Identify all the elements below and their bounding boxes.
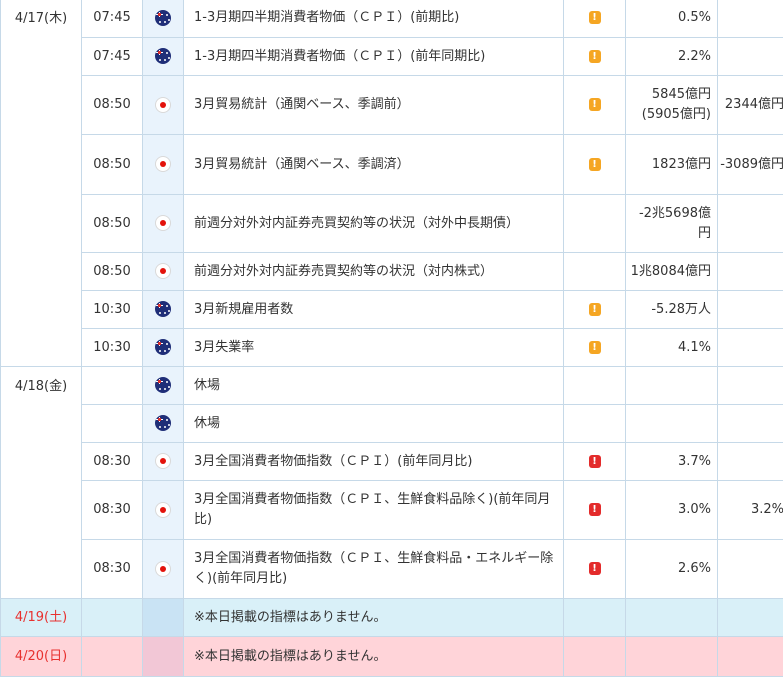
date-cell: 4/19(土)	[1, 599, 82, 637]
indicator-name[interactable]: 1-3月期四半期消費者物価（ＣＰＩ）(前年同期比)	[184, 38, 564, 76]
indicator-name[interactable]: 3月貿易統計（通関ベース、季調前）	[184, 76, 564, 135]
japan-flag-icon	[155, 215, 171, 231]
previous-value: 1823億円	[626, 135, 718, 195]
alert-icon: !	[589, 503, 601, 516]
previous-value: 3.0%	[626, 481, 718, 540]
indicator-name[interactable]: 3月新規雇用者数	[184, 291, 564, 329]
table-row: 4/20(日) ※本日掲載の指標はありません。	[1, 637, 783, 677]
time-cell: 08:30	[82, 540, 143, 599]
japan-flag-icon	[155, 502, 171, 518]
previous-value: 2.6%	[626, 540, 718, 599]
warning-icon: !	[589, 158, 601, 171]
forecast-value: -3089億円	[718, 135, 783, 195]
indicator-name[interactable]: 休場	[184, 367, 564, 405]
warning-icon: !	[589, 50, 601, 63]
no-data-note: ※本日掲載の指標はありません。	[184, 637, 564, 677]
economic-calendar-table: 4/17(木) 07:45 1-3月期四半期消費者物価（ＣＰＩ）(前期比) ! …	[0, 0, 783, 677]
alert-icon: !	[589, 455, 601, 468]
table-row: 4/19(土) ※本日掲載の指標はありません。	[1, 599, 783, 637]
time-cell: 08:30	[82, 481, 143, 540]
table-row: 08:50 前週分対外対内証券売買契約等の状況（対内株式） 1兆8084億円	[1, 253, 783, 291]
australia-flag-icon	[155, 10, 171, 26]
table-row: 08:50 前週分対外対内証券売買契約等の状況（対外中長期債） -2兆5698億…	[1, 195, 783, 253]
time-cell: 10:30	[82, 329, 143, 367]
previous-value: 0.5%	[626, 0, 718, 38]
australia-flag-icon	[155, 339, 171, 355]
indicator-name[interactable]: 1-3月期四半期消費者物価（ＣＰＩ）(前期比)	[184, 0, 564, 38]
indicator-name[interactable]: 休場	[184, 405, 564, 443]
warning-icon: !	[589, 303, 601, 316]
warning-icon: !	[589, 341, 601, 354]
japan-flag-icon	[155, 97, 171, 113]
forecast-value: 3.2%	[718, 481, 783, 540]
indicator-name[interactable]: 前週分対外対内証券売買契約等の状況（対内株式）	[184, 253, 564, 291]
time-cell	[82, 405, 143, 443]
forecast-value	[718, 443, 783, 481]
warning-icon: !	[589, 11, 601, 24]
date-cell: 4/20(日)	[1, 637, 82, 677]
time-cell: 08:50	[82, 195, 143, 253]
time-cell: 08:50	[82, 253, 143, 291]
forecast-value	[718, 367, 783, 405]
table-row: 4/17(木) 07:45 1-3月期四半期消費者物価（ＣＰＩ）(前期比) ! …	[1, 0, 783, 38]
previous-value: 3.7%	[626, 443, 718, 481]
indicator-name[interactable]: 3月全国消費者物価指数（ＣＰＩ）(前年同月比)	[184, 443, 564, 481]
time-cell: 07:45	[82, 0, 143, 38]
table-row: 10:30 3月失業率 ! 4.1%	[1, 329, 783, 367]
japan-flag-icon	[155, 453, 171, 469]
japan-flag-icon	[155, 263, 171, 279]
previous-value: 2.2%	[626, 38, 718, 76]
previous-value: -5.28万人	[626, 291, 718, 329]
indicator-name[interactable]: 前週分対外対内証券売買契約等の状況（対外中長期債）	[184, 195, 564, 253]
forecast-value	[718, 195, 783, 253]
forecast-value	[718, 253, 783, 291]
table-row: 08:30 3月全国消費者物価指数（ＣＰＩ、生鮮食料品・エネルギー除く)(前年同…	[1, 540, 783, 599]
date-cell: 4/18(金)	[1, 367, 82, 599]
forecast-value	[718, 540, 783, 599]
forecast-value	[718, 405, 783, 443]
table-row: 休場	[1, 405, 783, 443]
japan-flag-icon	[155, 561, 171, 577]
table-row: 07:45 1-3月期四半期消費者物価（ＣＰＩ）(前年同期比) ! 2.2%	[1, 38, 783, 76]
australia-flag-icon	[155, 377, 171, 393]
indicator-name[interactable]: 3月失業率	[184, 329, 564, 367]
table-row: 08:50 3月貿易統計（通関ベース、季調前） ! 5845億円 (5905億円)…	[1, 76, 783, 135]
previous-revised-value: (5905億円)	[642, 107, 711, 122]
time-cell: 07:45	[82, 38, 143, 76]
table-row: 08:30 3月全国消費者物価指数（ＣＰＩ、生鮮食料品除く)(前年同月比) ! …	[1, 481, 783, 540]
previous-value: -2兆5698億円	[626, 195, 718, 253]
forecast-value	[718, 329, 783, 367]
alert-icon: !	[589, 562, 601, 575]
previous-value	[626, 405, 718, 443]
forecast-value	[718, 0, 783, 38]
japan-flag-icon	[155, 156, 171, 172]
previous-value	[626, 367, 718, 405]
time-cell: 10:30	[82, 291, 143, 329]
australia-flag-icon	[155, 415, 171, 431]
table-row: 10:30 3月新規雇用者数 ! -5.28万人	[1, 291, 783, 329]
time-cell: 08:50	[82, 76, 143, 135]
previous-value: 4.1%	[626, 329, 718, 367]
forecast-value: 2344億円	[718, 76, 783, 135]
warning-icon: !	[589, 98, 601, 111]
time-cell: 08:30	[82, 443, 143, 481]
previous-value: 5845億円	[652, 87, 711, 102]
time-cell	[82, 367, 143, 405]
indicator-name[interactable]: 3月全国消費者物価指数（ＣＰＩ、生鮮食料品・エネルギー除く)(前年同月比)	[184, 540, 564, 599]
table-row: 08:30 3月全国消費者物価指数（ＣＰＩ）(前年同月比) ! 3.7%	[1, 443, 783, 481]
table-row: 4/18(金) 休場	[1, 367, 783, 405]
australia-flag-icon	[155, 48, 171, 64]
no-data-note: ※本日掲載の指標はありません。	[184, 599, 564, 637]
previous-value: 1兆8084億円	[626, 253, 718, 291]
indicator-name[interactable]: 3月貿易統計（通関ベース、季調済）	[184, 135, 564, 195]
indicator-name[interactable]: 3月全国消費者物価指数（ＣＰＩ、生鮮食料品除く)(前年同月比)	[184, 481, 564, 540]
date-cell: 4/17(木)	[1, 0, 82, 367]
forecast-value	[718, 291, 783, 329]
table-row: 08:50 3月貿易統計（通関ベース、季調済） ! 1823億円 -3089億円	[1, 135, 783, 195]
forecast-value	[718, 38, 783, 76]
time-cell: 08:50	[82, 135, 143, 195]
australia-flag-icon	[155, 301, 171, 317]
